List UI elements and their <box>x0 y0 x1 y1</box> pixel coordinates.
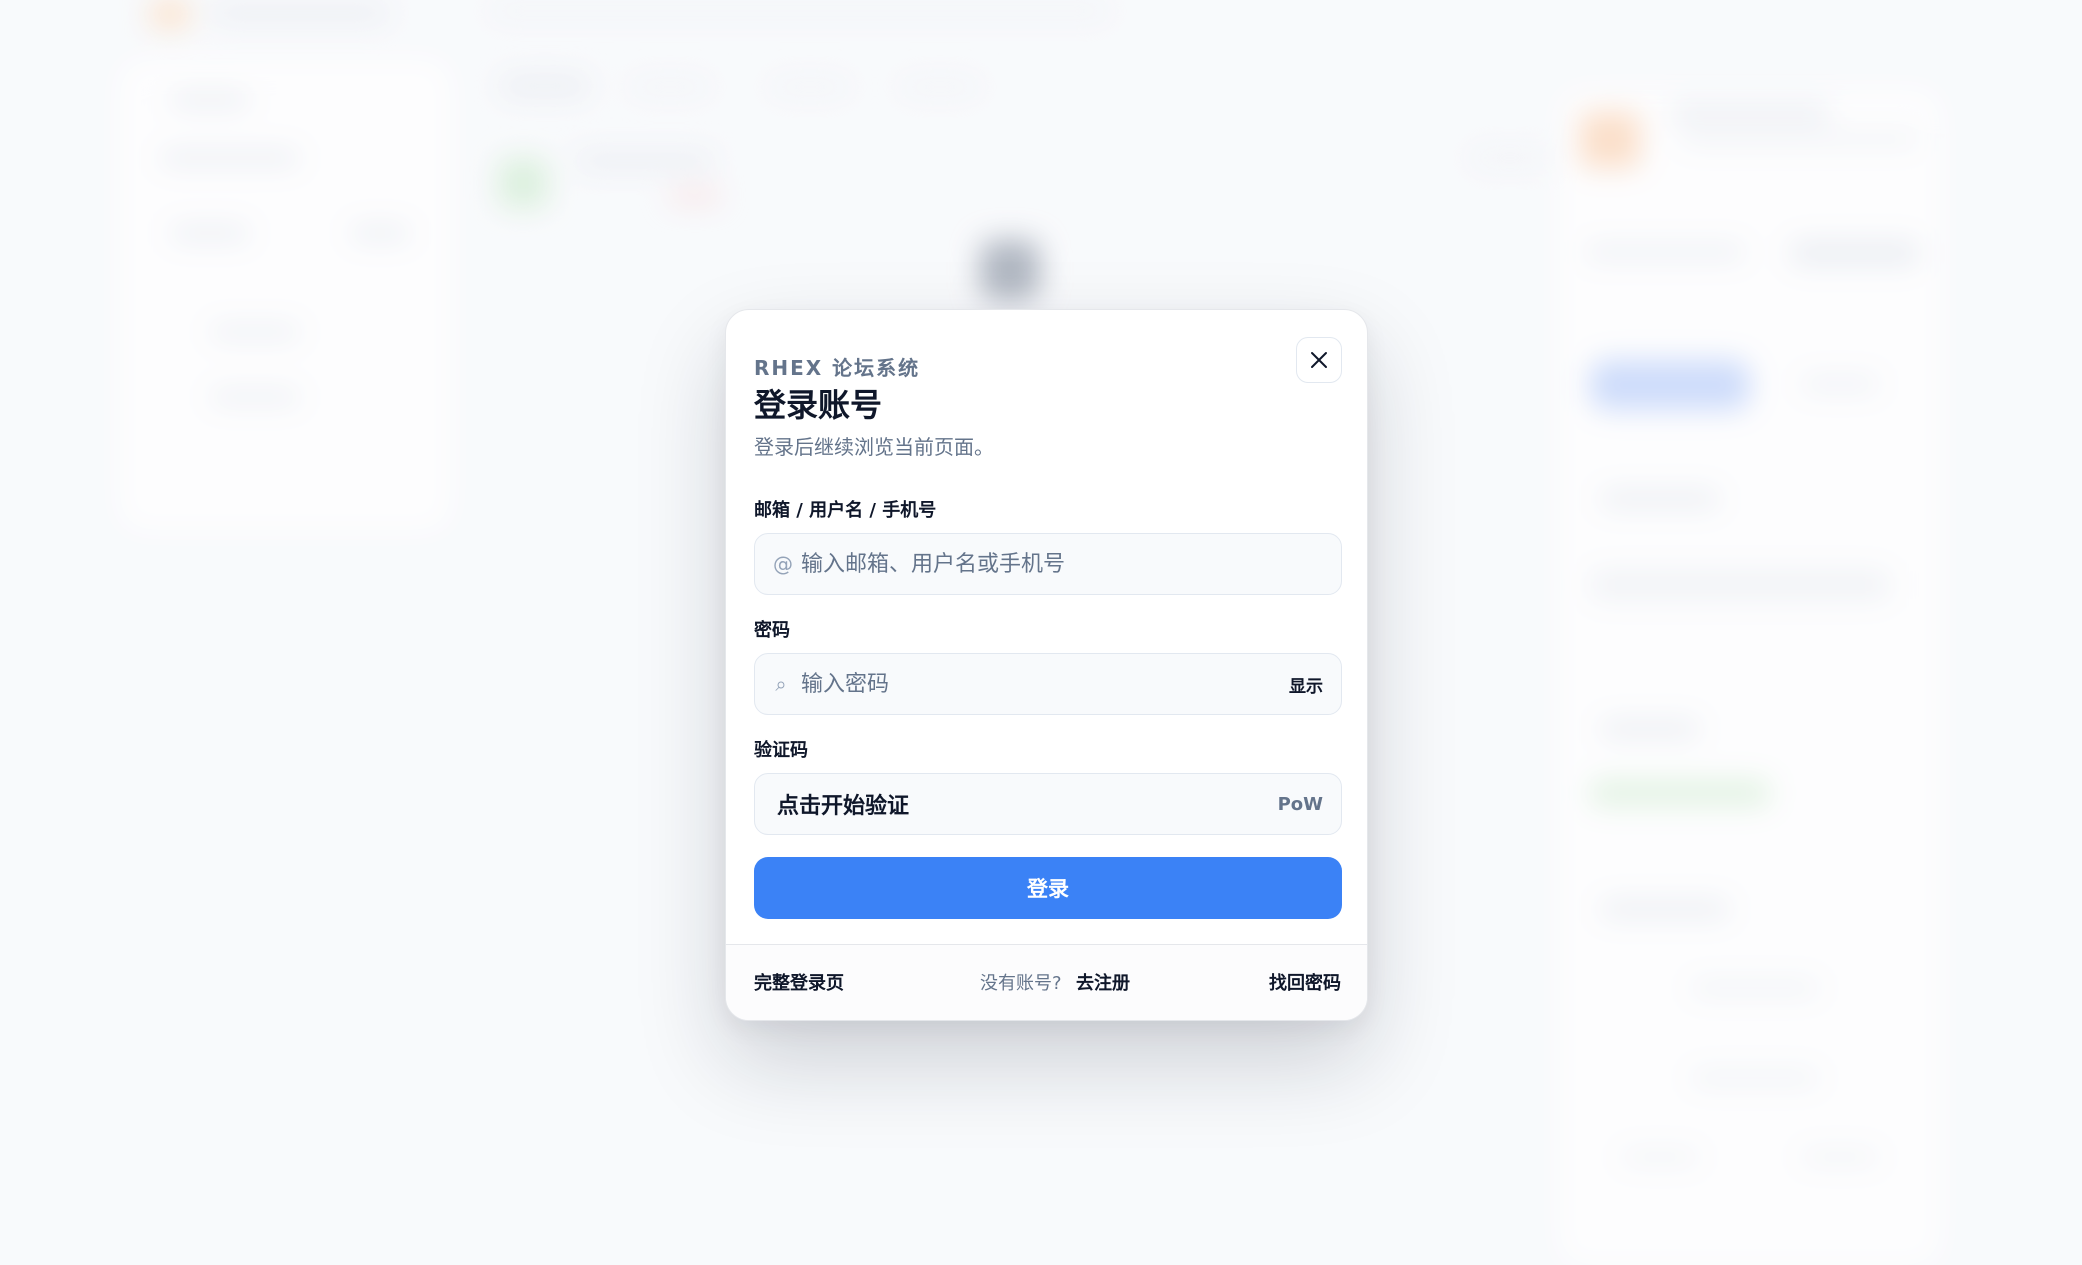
close-icon <box>1311 352 1327 368</box>
modal-title: 登录账号 <box>754 386 883 424</box>
full-login-page-link[interactable]: 完整登录页 <box>754 969 844 995</box>
captcha-start-label[interactable]: 点击开始验证 <box>773 788 1278 820</box>
brand-label: RHEX 论坛系统 <box>754 356 921 380</box>
show-password-button[interactable]: 显示 <box>1289 672 1323 697</box>
login-button[interactable]: 登录 <box>754 857 1342 919</box>
forgot-password-link[interactable]: 找回密码 <box>1269 969 1341 995</box>
captcha-field-label: 验证码 <box>754 740 808 761</box>
close-button[interactable] <box>1296 337 1342 383</box>
at-sign-icon: @ <box>773 552 793 576</box>
no-account-text: 没有账号? <box>980 973 1062 994</box>
captcha-verify-button[interactable]: 点击开始验证 PoW <box>754 773 1342 835</box>
pow-badge: PoW <box>1277 793 1323 815</box>
account-input-wrapper: @ <box>754 533 1342 595</box>
password-input-wrapper: ⌕ 显示 <box>754 653 1342 715</box>
modal-footer: 完整登录页 没有账号? 去注册 找回密码 <box>726 944 1367 1020</box>
key-icon: ⌕ <box>775 672 787 696</box>
modal-subtitle: 登录后继续浏览当前页面。 <box>754 435 994 459</box>
account-field-label: 邮箱 / 用户名 / 手机号 <box>754 500 937 521</box>
register-link[interactable]: 去注册 <box>1076 969 1130 995</box>
password-field-label: 密码 <box>754 620 790 641</box>
password-input[interactable] <box>801 654 1289 714</box>
account-input[interactable] <box>801 534 1323 594</box>
login-modal: RHEX 论坛系统 登录账号 登录后继续浏览当前页面。 邮箱 / 用户名 / 手… <box>725 309 1368 1021</box>
